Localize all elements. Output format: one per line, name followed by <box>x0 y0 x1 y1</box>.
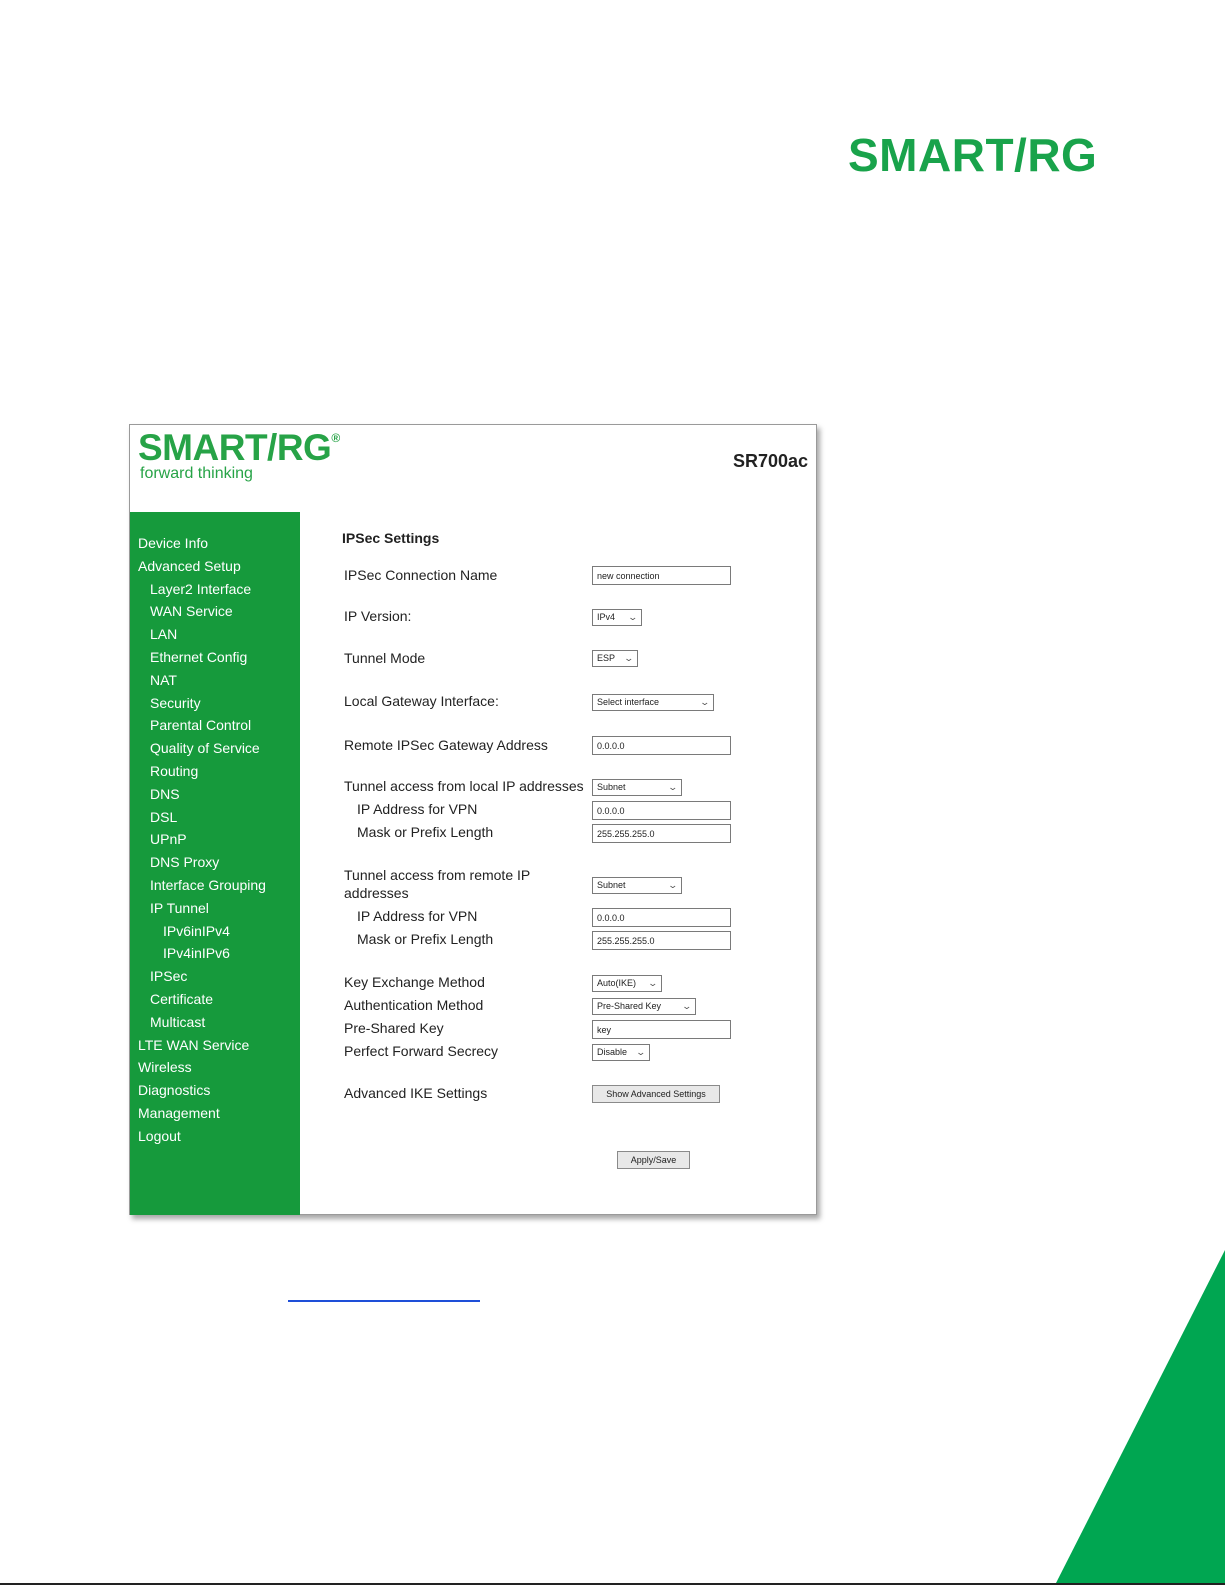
local-mask-input[interactable] <box>592 824 731 843</box>
remote-ip-input[interactable] <box>592 908 731 927</box>
remote-access-value: Subnet <box>597 880 626 890</box>
sidebar-item-lan[interactable]: LAN <box>130 623 300 646</box>
sidebar-item-routing[interactable]: Routing <box>130 760 300 783</box>
local-gateway-interface-label: Local Gateway Interface: <box>344 693 499 709</box>
sidebar-item-parental-control[interactable]: Parental Control <box>130 714 300 737</box>
sidebar-item-security[interactable]: Security <box>130 692 300 715</box>
sidebar-item-layer2-interface[interactable]: Layer2 Interface <box>130 578 300 601</box>
sidebar-item-lte-wan-service[interactable]: LTE WAN Service <box>130 1034 300 1057</box>
sidebar-item-quality-of-service[interactable]: Quality of Service <box>130 737 300 760</box>
chevron-down-icon: ⌄ <box>627 612 639 622</box>
tunnel-mode-value: ESP <box>597 653 616 663</box>
chevron-down-icon: ⌄ <box>647 978 659 988</box>
remote-access-label-line1: Tunnel access from remote IP <box>344 867 531 883</box>
hyperlink-underline[interactable] <box>288 1300 480 1302</box>
router-model: SR700ac <box>732 451 808 471</box>
local-ip-label: IP Address for VPN <box>357 801 478 817</box>
tunnel-mode-select[interactable]: ESP ⌄ <box>592 650 638 667</box>
sidebar-item-ipsec[interactable]: IPSec <box>130 965 300 988</box>
router-tagline: forward thinking <box>140 465 253 482</box>
pfs-label: Perfect Forward Secrecy <box>344 1043 499 1059</box>
router-ui-screenshot: SMART/RG® forward thinking SR700ac Devic… <box>129 424 817 1215</box>
sidebar-item-management[interactable]: Management <box>130 1102 300 1125</box>
router-header: SMART/RG® forward thinking SR700ac <box>130 425 816 513</box>
tunnel-mode-label: Tunnel Mode <box>344 650 426 666</box>
chevron-down-icon: ⌄ <box>699 697 711 707</box>
sidebar-item-device-info[interactable]: Device Info <box>130 532 300 555</box>
ip-version-select[interactable]: IPv4 ⌄ <box>592 609 642 626</box>
page-title: IPSec Settings <box>342 530 440 546</box>
sidebar-item-dns-proxy[interactable]: DNS Proxy <box>130 851 300 874</box>
remote-access-label-line2: addresses <box>344 885 409 901</box>
corner-decoration <box>1055 1250 1225 1585</box>
pfs-value: Disable <box>597 1047 628 1057</box>
remote-ip-label: IP Address for VPN <box>357 908 478 924</box>
sidebar-item-certificate[interactable]: Certificate <box>130 988 300 1011</box>
router-logo-text: SMART/RG <box>138 427 332 468</box>
remote-mask-label: Mask or Prefix Length <box>357 931 494 947</box>
key-exchange-label: Key Exchange Method <box>344 974 485 990</box>
chevron-down-icon: ⌄ <box>681 1001 693 1011</box>
sidebar-item-multicast[interactable]: Multicast <box>130 1011 300 1034</box>
ip-version-label: IP Version: <box>344 608 412 624</box>
key-exchange-select[interactable]: Auto(IKE) ⌄ <box>592 975 662 992</box>
sidebar-item-ethernet-config[interactable]: Ethernet Config <box>130 646 300 669</box>
show-advanced-settings-button[interactable]: Show Advanced Settings <box>592 1085 720 1103</box>
chevron-down-icon: ⌄ <box>635 1047 647 1057</box>
ip-version-value: IPv4 <box>597 612 616 622</box>
sidebar-item-ipv4inipv6[interactable]: IPv4inIPv6 <box>130 942 300 965</box>
advanced-ike-label: Advanced IKE Settings <box>344 1085 488 1101</box>
apply-save-button[interactable]: Apply/Save <box>617 1151 690 1169</box>
sidebar-item-advanced-setup[interactable]: Advanced Setup <box>130 555 300 578</box>
local-access-select[interactable]: Subnet ⌄ <box>592 779 682 796</box>
remote-gateway-label: Remote IPSec Gateway Address <box>344 737 548 753</box>
pre-shared-key-label: Pre-Shared Key <box>344 1020 444 1036</box>
router-logo: SMART/RG® <box>138 427 340 469</box>
chevron-down-icon: ⌄ <box>623 653 635 663</box>
local-gateway-interface-value: Select interface <box>597 697 660 707</box>
sidebar-item-dsl[interactable]: DSL <box>130 806 300 829</box>
sidebar-item-ip-tunnel[interactable]: IP Tunnel <box>130 897 300 920</box>
smartrg-brand-logo: SMART/RG <box>848 129 1098 181</box>
chevron-down-icon: ⌄ <box>667 880 679 890</box>
auth-method-select[interactable]: Pre-Shared Key ⌄ <box>592 998 696 1015</box>
key-exchange-value: Auto(IKE) <box>597 978 637 988</box>
sidebar-item-upnp[interactable]: UPnP <box>130 828 300 851</box>
pre-shared-key-input[interactable] <box>592 1020 731 1039</box>
remote-mask-input[interactable] <box>592 931 731 950</box>
sidebar-item-diagnostics[interactable]: Diagnostics <box>130 1079 300 1102</box>
local-mask-label: Mask or Prefix Length <box>357 824 494 840</box>
connection-name-input[interactable] <box>592 566 731 585</box>
auth-method-value: Pre-Shared Key <box>597 1001 662 1011</box>
sidebar-item-wireless[interactable]: Wireless <box>130 1056 300 1079</box>
registered-mark: ® <box>331 431 340 445</box>
sidebar-item-nat[interactable]: NAT <box>130 669 300 692</box>
sidebar-item-interface-grouping[interactable]: Interface Grouping <box>130 874 300 897</box>
remote-access-select[interactable]: Subnet ⌄ <box>592 877 682 894</box>
local-gateway-interface-select[interactable]: Select interface ⌄ <box>592 694 714 711</box>
local-access-value: Subnet <box>597 782 626 792</box>
auth-method-label: Authentication Method <box>344 997 484 1013</box>
sidebar-item-dns[interactable]: DNS <box>130 783 300 806</box>
pfs-select[interactable]: Disable ⌄ <box>592 1044 650 1061</box>
sidebar-item-wan-service[interactable]: WAN Service <box>130 600 300 623</box>
sidebar-item-ipv6inipv4[interactable]: IPv6inIPv4 <box>130 920 300 943</box>
sidebar-nav: Device Info Advanced Setup Layer2 Interfac… <box>130 512 300 1215</box>
chevron-down-icon: ⌄ <box>667 782 679 792</box>
remote-gateway-input[interactable] <box>592 736 731 755</box>
local-access-label: Tunnel access from local IP addresses <box>344 778 584 794</box>
connection-name-label: IPSec Connection Name <box>344 567 498 583</box>
sidebar-item-logout[interactable]: Logout <box>130 1125 300 1148</box>
local-ip-input[interactable] <box>592 801 731 820</box>
